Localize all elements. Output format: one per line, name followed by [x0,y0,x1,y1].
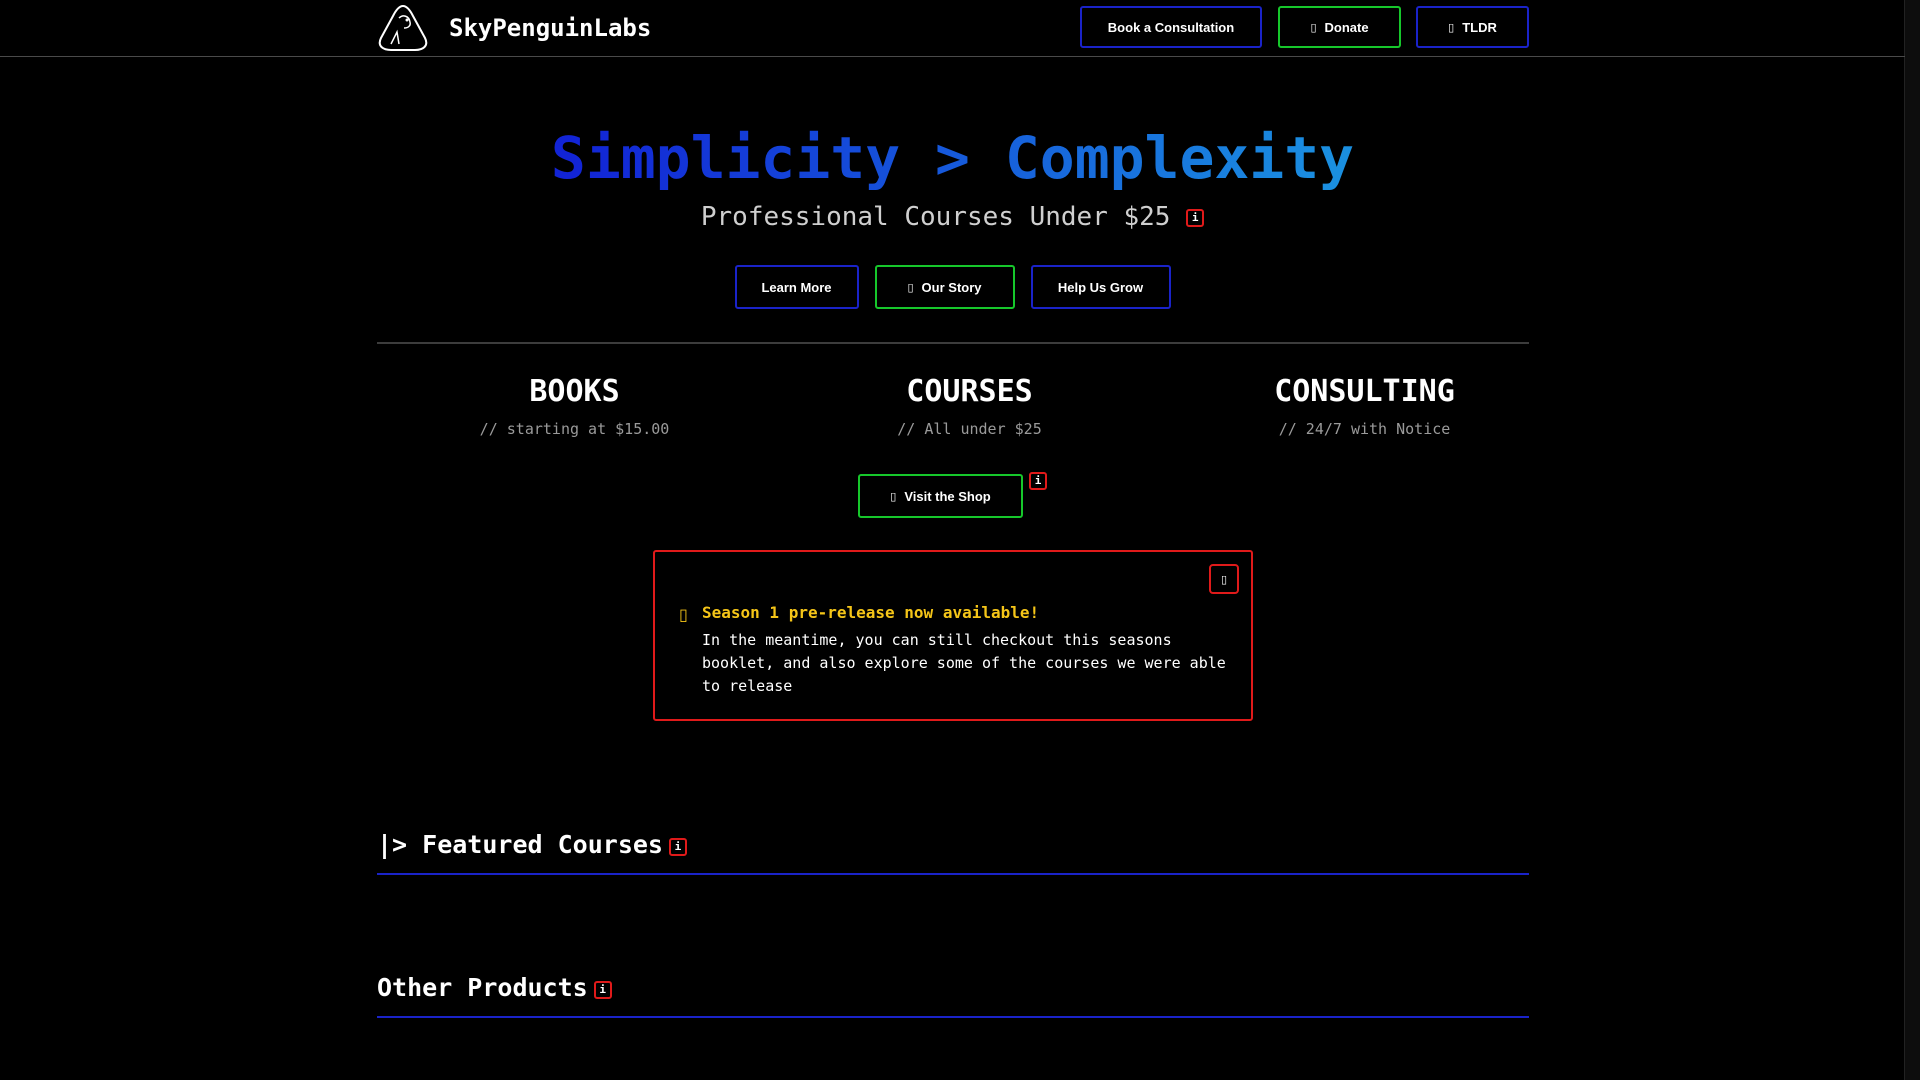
info-icon[interactable]: i [593,981,612,999]
tldr-button[interactable]: ▯ TLDR [1416,6,1529,48]
our-story-button[interactable]: ▯ Our Story [874,265,1015,309]
top-navbar: SkyPenguinLabs Book a Consultation ▯ Don… [0,0,1905,57]
penguin-logo-icon [378,4,428,51]
list-icon: ▯ [1448,20,1455,34]
visit-shop-label: Visit the Shop [904,488,991,504]
offerings-row: BOOKS // starting at $15.00 COURSES // A… [377,372,1562,438]
book-consultation-button[interactable]: Book a Consultation [1080,6,1262,48]
offering-title: COURSES [906,374,1033,409]
close-icon[interactable]: ▯ [1209,564,1239,594]
cart-icon: ▯ [890,489,897,503]
book-consultation-label: Book a Consultation [1107,19,1235,35]
offering-title: CONSULTING [1274,374,1455,409]
offering-subtitle: // starting at $15.00 [479,420,670,438]
tldr-label: TLDR [1462,19,1497,35]
offering-courses: COURSES // All under $25 [772,372,1167,438]
brand-name: SkyPenguinLabs [449,14,652,42]
page-scrollbar[interactable] [1904,0,1920,1080]
brand-link[interactable]: SkyPenguinLabs [377,0,651,56]
heart-icon: ▯ [1310,20,1317,34]
learn-more-label: Learn More [761,279,832,295]
offering-books: BOOKS // starting at $15.00 [377,372,772,438]
our-story-label: Our Story [921,279,982,295]
donate-label: Donate [1324,19,1369,35]
visit-shop-button[interactable]: ▯ Visit the Shop [858,474,1023,518]
info-icon[interactable]: i [1029,472,1047,490]
offering-subtitle: // All under $25 [897,420,1042,438]
other-products-title: Other Products [377,973,588,1002]
alert-body: In the meantime, you can still checkout … [702,631,1226,695]
hero-title: Simplicity > Complexity [0,118,1905,198]
donate-button[interactable]: ▯ Donate [1278,6,1401,48]
book-icon: ▯ [907,280,914,294]
shop-button-wrapper: ▯ Visit the Shop [858,474,1023,518]
info-icon[interactable]: i [668,838,687,856]
offering-subtitle: // 24/7 with Notice [1278,420,1451,438]
help-us-grow-label: Help Us Grow [1057,279,1144,295]
offering-consulting: CONSULTING // 24/7 with Notice [1167,372,1562,438]
featured-courses-heading: |> Featured Courses i [377,830,1529,875]
info-icon[interactable]: i [1186,208,1205,227]
alert-title: Season 1 pre-release now available! [702,603,1040,622]
hero-button-row: Learn More ▯ Our Story Help Us Grow [0,265,1905,309]
featured-courses-title: |> Featured Courses [377,830,663,859]
hero-subtitle-text: Professional Courses Under $25 [700,202,1171,232]
learn-more-button[interactable]: Learn More [734,265,859,309]
announcement-alert: ▯ ▯ Season 1 pre-release now available! … [653,550,1253,721]
warning-icon: ▯ [679,605,688,624]
offering-title: BOOKS [529,374,620,409]
section-divider [377,342,1529,344]
hero-subtitle: Professional Courses Under $25 i [0,202,1905,232]
help-us-grow-button[interactable]: Help Us Grow [1030,265,1171,309]
other-products-heading: Other Products i [377,973,1529,1018]
